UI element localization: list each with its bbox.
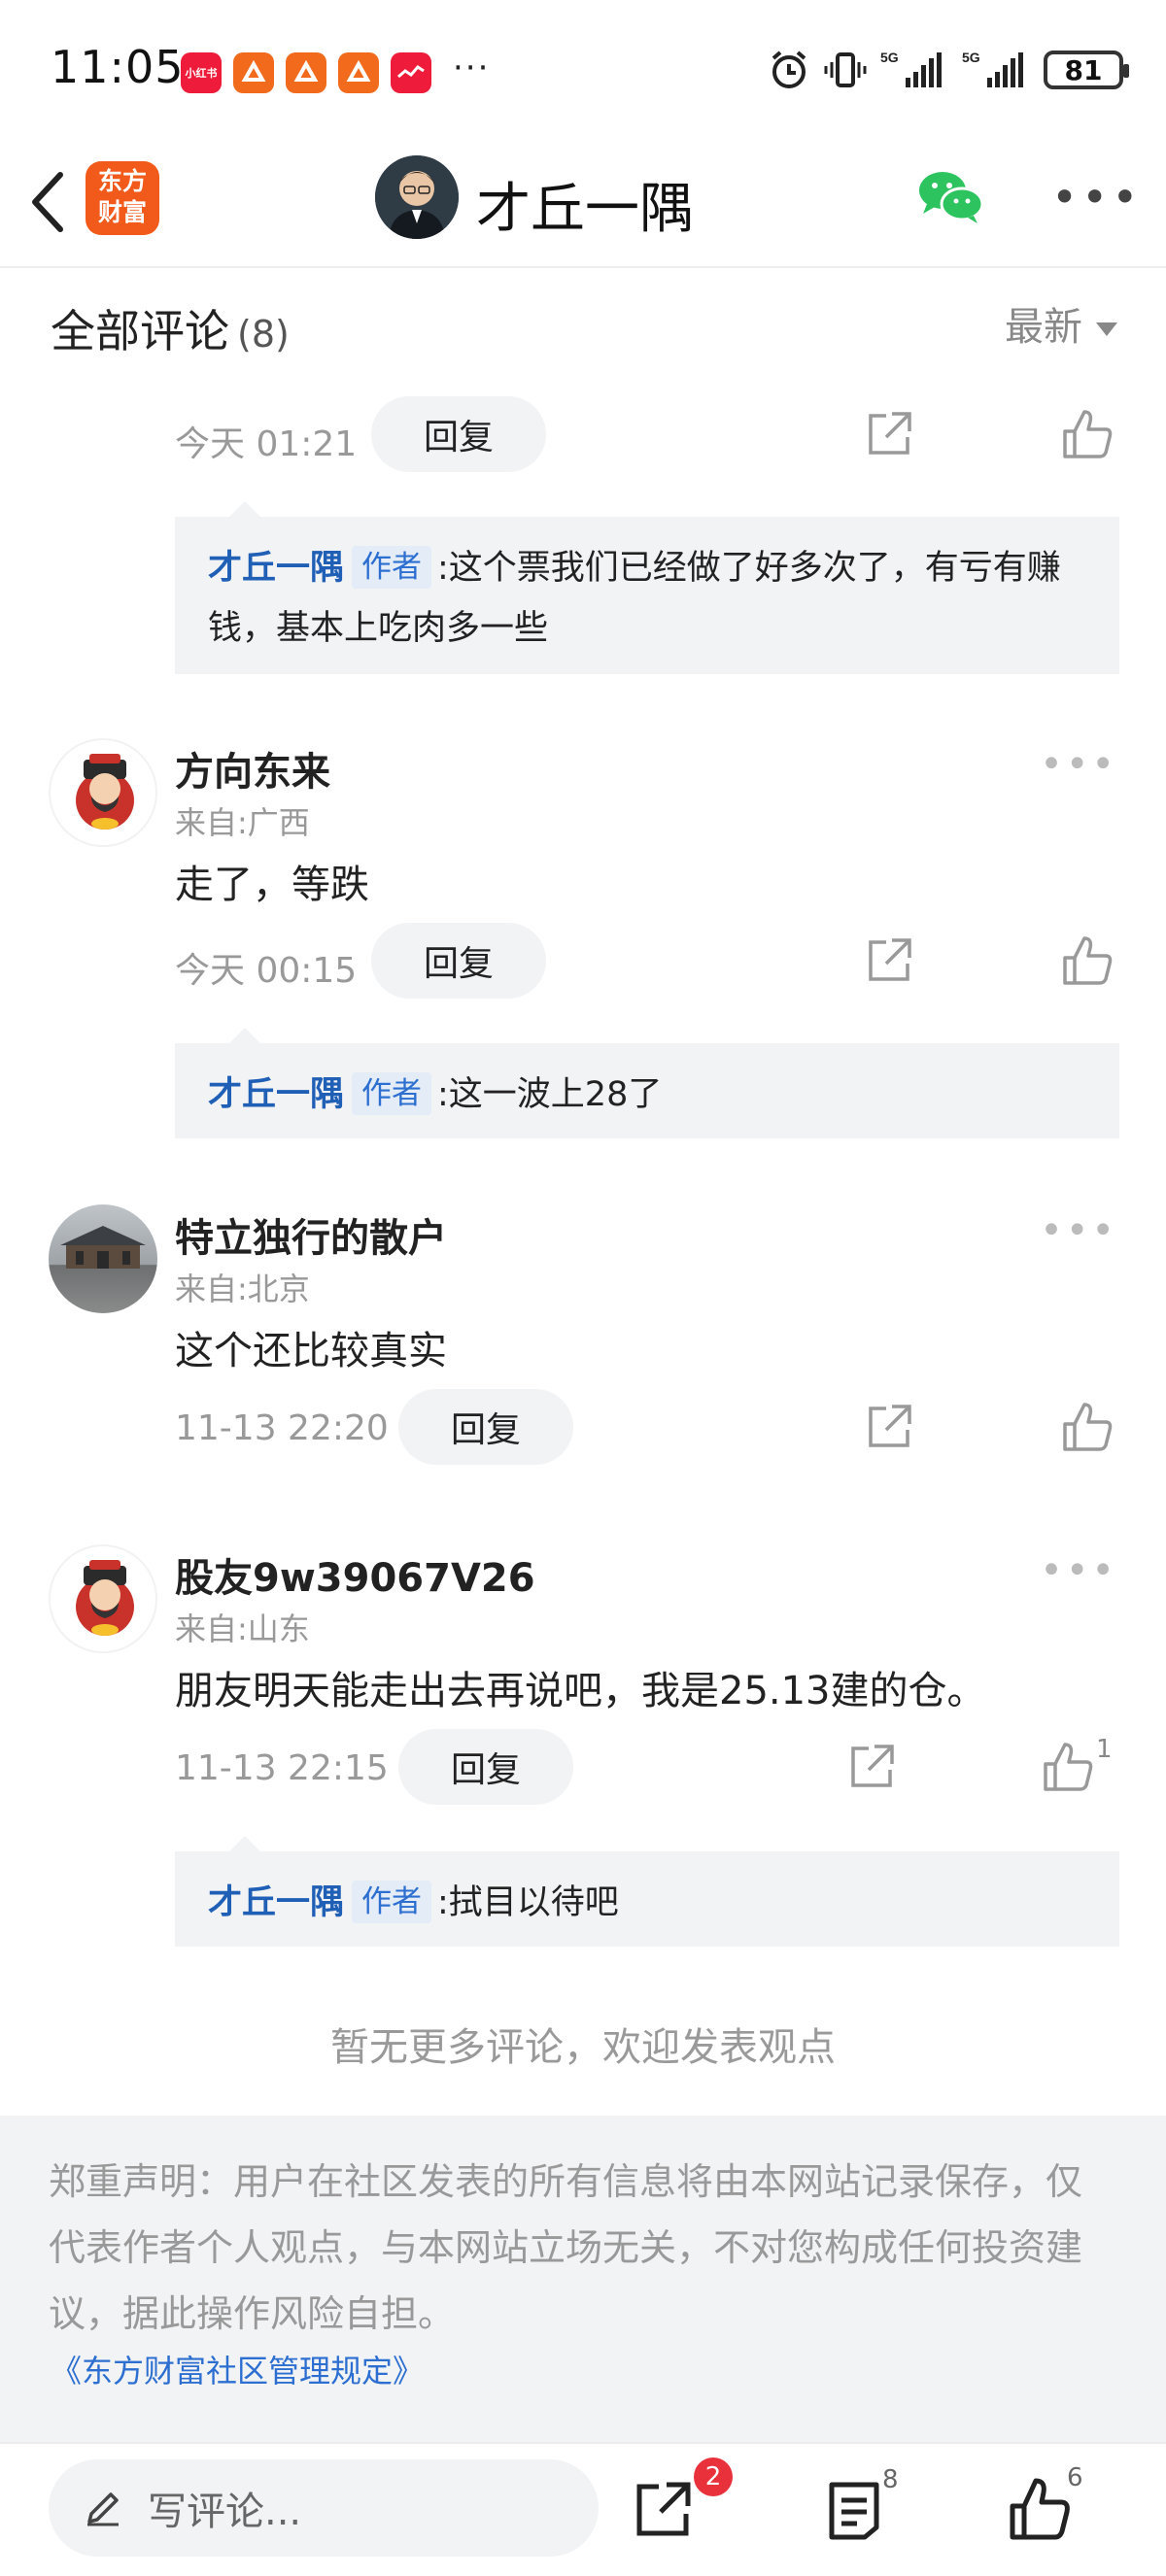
- comment-text: 朋友明天能走出去再说吧，我是25.13建的仓。: [175, 1669, 986, 1713]
- status-time: 11:05: [51, 41, 185, 93]
- pencil-icon: [87, 2492, 119, 2526]
- back-icon[interactable]: [19, 163, 78, 241]
- svg-text:5G: 5G: [880, 50, 899, 65]
- share-badge: 2: [694, 2457, 733, 2496]
- sort-dropdown[interactable]: 最新: [1005, 295, 1117, 352]
- vibrate-icon: [824, 52, 867, 87]
- comment-more-icon[interactable]: •••: [1040, 1208, 1117, 1253]
- no-more-comments: 暂无更多评论，欢迎发表观点: [330, 2025, 836, 2070]
- bottom-bar: 写评论... 2 8 6: [0, 2442, 1166, 2576]
- wechat-share-icon[interactable]: [915, 167, 987, 225]
- signal-5g-icon: 5G: [880, 50, 942, 87]
- system-icons: 5G 5G 81: [768, 49, 1129, 91]
- logo-line-1: 东方: [97, 167, 147, 195]
- comment-more-icon[interactable]: •••: [1040, 742, 1117, 787]
- eastmoney-app-icon: [338, 52, 379, 93]
- comment-text: 这个还比较真实: [175, 1329, 447, 1373]
- author-reply: 才丘一隅 作者:这个票我们已经做了好多次了，有亏有赚钱，基本上吃肉多一些: [175, 501, 1119, 674]
- page-title: 才丘一隅: [476, 178, 694, 241]
- comment-count-badge: 8: [882, 2465, 899, 2494]
- reply-text: :这一波上28了: [437, 1075, 663, 1114]
- status-bar: 11:05 小红书 ··· 5G 5G 81: [0, 0, 1166, 146]
- xiaohongshu-app-icon: 小红书: [181, 52, 222, 93]
- reply-button[interactable]: 回复: [398, 1729, 573, 1805]
- like-icon[interactable]: [1061, 408, 1114, 460]
- comment-time: 11-13 22:20: [175, 1408, 389, 1448]
- alarm-icon: [772, 51, 806, 88]
- author-reply: 才丘一隅 作者:这一波上28了: [175, 1028, 1119, 1138]
- logo-line-2: 财富: [97, 198, 147, 226]
- author-tag: 作者: [352, 1072, 432, 1115]
- author-tag: 作者: [352, 546, 432, 589]
- share-icon[interactable]: [634, 2479, 694, 2539]
- comment-time: 11-13 22:15: [175, 1748, 389, 1788]
- disclaimer-text: 郑重声明：用户在社区发表的所有信息将由本网站记录保存，仅代表作者个人观点，与本网…: [49, 2160, 1083, 2335]
- share-icon[interactable]: [847, 1743, 896, 1791]
- write-comment-placeholder: 写评论...: [148, 2490, 302, 2534]
- notification-icons: 小红书: [181, 52, 431, 93]
- header: 东方 财富 才丘一隅 •••: [0, 146, 1166, 268]
- comment-username[interactable]: 股友9w39067V26: [175, 1546, 535, 1603]
- like-icon[interactable]: [1061, 1401, 1114, 1453]
- more-icon[interactable]: •••: [1051, 171, 1142, 223]
- reply-button[interactable]: 回复: [371, 396, 546, 472]
- comment-count: (8): [237, 313, 290, 356]
- reply-text: :拭目以待吧: [437, 1883, 619, 1922]
- user-avatar[interactable]: [49, 738, 157, 847]
- reply-button[interactable]: 回复: [371, 923, 546, 999]
- reply-button[interactable]: 回复: [398, 1389, 573, 1465]
- share-icon[interactable]: [865, 410, 913, 458]
- author-tag: 作者: [352, 1881, 432, 1923]
- write-comment-input[interactable]: 写评论...: [49, 2459, 599, 2557]
- comment-text: 走了，等跌: [175, 863, 369, 907]
- comment-more-icon[interactable]: •••: [1040, 1548, 1117, 1593]
- comment-like-count: 1: [1096, 1735, 1113, 1764]
- signal-5g-icon: 5G: [962, 50, 1023, 87]
- like-icon[interactable]: [1061, 934, 1114, 987]
- reply-author-name[interactable]: 才丘一隅: [208, 549, 344, 588]
- more-notifications-icon: ···: [453, 49, 491, 87]
- comment-list-icon[interactable]: [826, 2481, 882, 2541]
- reply-author-name[interactable]: 才丘一隅: [208, 1883, 344, 1922]
- like-count-badge: 6: [1067, 2463, 1083, 2492]
- reply-author-name[interactable]: 才丘一隅: [208, 1075, 344, 1114]
- battery-icon: 81: [1044, 51, 1129, 89]
- stock-app-icon: [391, 52, 431, 93]
- eastmoney-app-icon: [233, 52, 274, 93]
- comment-location: 来自:山东: [175, 1610, 310, 1647]
- comments-section-title: 全部评论 (8): [51, 296, 290, 360]
- comment-location: 来自:北京: [175, 1271, 310, 1307]
- like-icon[interactable]: [1042, 1741, 1094, 1793]
- caret-down-icon: [1096, 322, 1117, 336]
- comment-time: 今天 00:15: [175, 951, 358, 991]
- share-icon[interactable]: [865, 936, 913, 985]
- user-avatar[interactable]: [49, 1544, 157, 1653]
- section-title-text: 全部评论: [51, 305, 229, 357]
- comment-location: 来自:广西: [175, 804, 310, 841]
- sort-label: 最新: [1005, 305, 1082, 350]
- author-avatar[interactable]: [375, 155, 459, 239]
- user-avatar[interactable]: [49, 1204, 157, 1313]
- share-icon[interactable]: [865, 1403, 913, 1451]
- comment-time: 今天 01:21: [175, 424, 358, 464]
- like-icon[interactable]: [1009, 2477, 1071, 2541]
- svg-text:5G: 5G: [962, 50, 980, 65]
- comment-username[interactable]: 特立独行的散户: [175, 1206, 447, 1263]
- eastmoney-logo[interactable]: 东方 财富: [86, 161, 159, 235]
- disclaimer-panel: 郑重声明：用户在社区发表的所有信息将由本网站记录保存，仅代表作者个人观点，与本网…: [0, 2116, 1166, 2442]
- eastmoney-app-icon: [286, 52, 326, 93]
- comment-username[interactable]: 方向东来: [175, 740, 330, 797]
- author-reply: 才丘一隅 作者:拭目以待吧: [175, 1836, 1119, 1947]
- community-rules-link[interactable]: 《东方财富社区管理规定》: [51, 2347, 1117, 2391]
